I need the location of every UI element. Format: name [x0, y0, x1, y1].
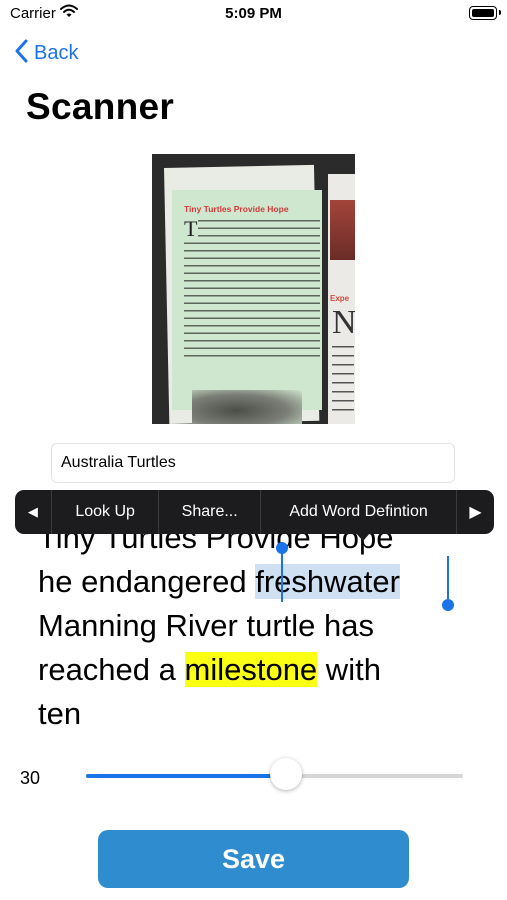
status-bar: Carrier 5:09 PM [0, 0, 507, 30]
menu-pointer [355, 532, 371, 541]
chevron-left-icon [14, 39, 28, 68]
slider-thumb[interactable] [269, 758, 302, 790]
image-right-letter: N [332, 304, 355, 341]
text-line-3: Manning River turtle has [38, 608, 374, 643]
title-input[interactable] [51, 443, 455, 483]
menu-item-look-up[interactable]: Look Up [50, 490, 159, 534]
status-time: 5:09 PM [225, 5, 282, 22]
page-title: Scanner [26, 86, 175, 127]
turtle-photo [192, 390, 302, 424]
text-line-2: he endangered freshwater [38, 560, 468, 604]
slider-value-label: 30 [20, 768, 41, 788]
battery-icon [469, 6, 501, 20]
image-drop-cap: T [184, 216, 198, 241]
text-segment: reached a [38, 652, 185, 687]
text-line-4: reached a milestone with [38, 648, 468, 692]
text-segment: he endangered [38, 564, 256, 599]
menu-prev-arrow[interactable]: ◀ [15, 490, 51, 534]
image-headline: Tiny Turtles Provide Hope [184, 204, 289, 214]
text-line-5: ten [38, 696, 82, 731]
recognized-text-view[interactable]: Tiny Turtles Provide Hope he endangered … [38, 516, 468, 736]
back-button[interactable]: Back [14, 38, 78, 68]
highlighted-word[interactable]: milestone [184, 652, 318, 687]
selection-end-dot[interactable] [442, 599, 454, 611]
menu-next-arrow[interactable]: ▶ [456, 490, 494, 534]
edit-menu: ◀ Look Up Share... Add Word Defintion ▶ [15, 490, 494, 534]
text-segment: with [317, 652, 381, 687]
back-label: Back [34, 41, 79, 64]
image-right-heading: Expe [330, 294, 350, 303]
selected-word[interactable]: freshwater [255, 564, 400, 599]
menu-item-share[interactable]: Share... [158, 490, 260, 534]
slider-fill [86, 774, 286, 778]
selection-start-dot[interactable] [276, 542, 288, 554]
save-button[interactable]: Save [98, 830, 409, 888]
menu-item-add-word-definition[interactable]: Add Word Defintion [259, 490, 456, 534]
scanned-image: Tiny Turtles Provide Hope T Expe N [152, 154, 355, 424]
selection-end-handle[interactable] [447, 556, 449, 602]
